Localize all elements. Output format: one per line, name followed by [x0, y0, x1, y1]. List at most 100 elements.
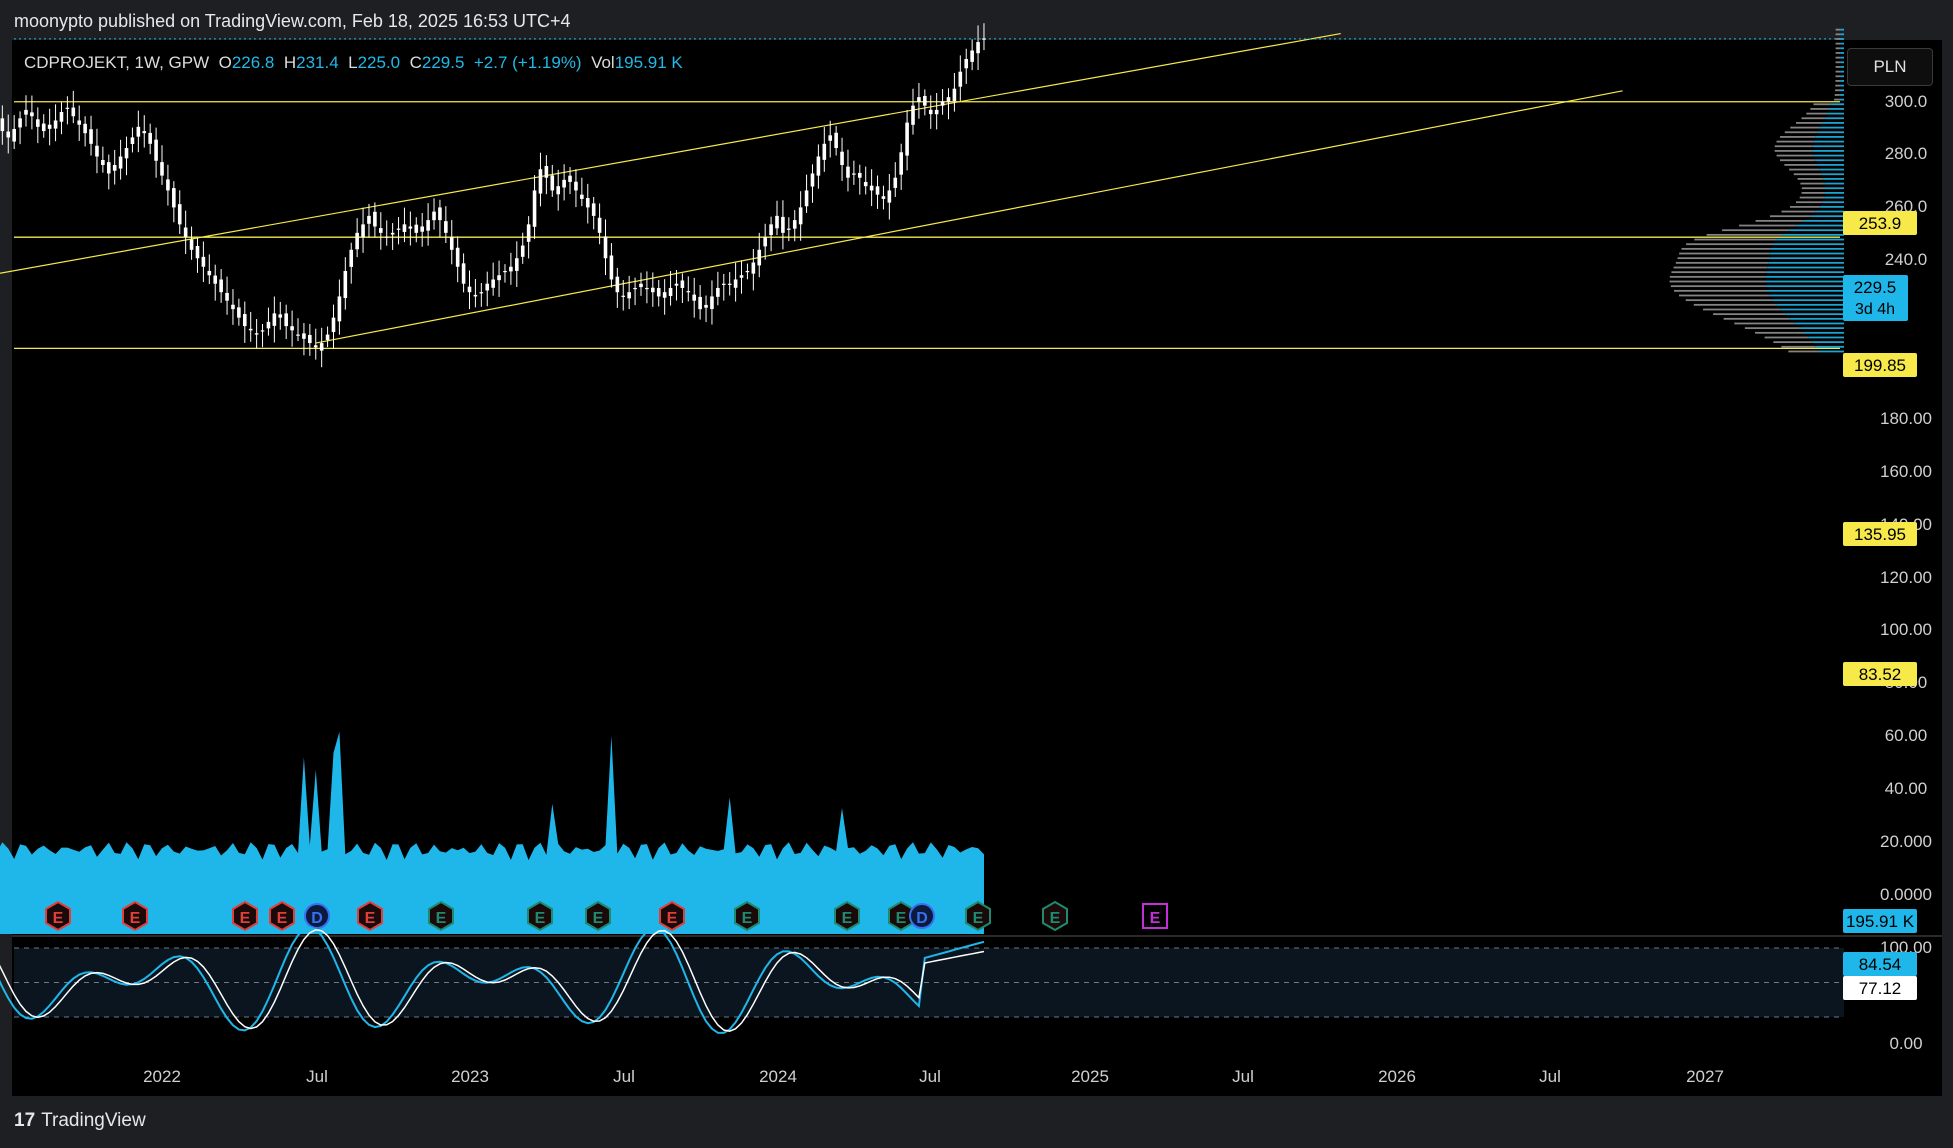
candle-body: [130, 137, 135, 145]
legend-change: +2.7 (+1.19%): [473, 53, 582, 72]
volume-profile-bar: [1766, 285, 1844, 288]
candle-body: [207, 270, 212, 276]
candle-body: [284, 313, 288, 327]
volume-profile-bar: [1840, 80, 1844, 82]
tradingview-brand: TradingView: [41, 1110, 146, 1131]
candle-body: [308, 334, 312, 344]
y-axis-tick-label: 240.0: [1885, 250, 1928, 269]
candle-body: [520, 245, 525, 257]
candle-body: [53, 120, 58, 129]
volume-profile-bar: [1813, 103, 1831, 106]
volume-profile-bar: [1834, 98, 1840, 101]
volume-profile-bar: [1817, 164, 1844, 166]
candle-body: [361, 224, 365, 238]
candle-body: [106, 162, 111, 174]
volume-profile-bar: [1822, 201, 1844, 204]
candle-body: [585, 198, 590, 208]
candle-body: [124, 148, 129, 159]
candle-body: [798, 207, 803, 225]
candle-body: [881, 196, 886, 199]
candle-body: [532, 190, 537, 227]
tradingview-logo[interactable]: 17 TradingView: [14, 1110, 146, 1132]
x-axis-tick-label: Jul: [613, 1067, 635, 1086]
candle-body: [928, 109, 933, 115]
stochastic-k-badge: 84.54: [1859, 955, 1902, 974]
volume-profile-bar: [1840, 84, 1844, 87]
volume-profile-bar: [1840, 42, 1844, 45]
volume-profile-bar: [1794, 322, 1844, 325]
volume-profile-bar: [1803, 331, 1844, 334]
volume-profile-bar: [1840, 28, 1844, 31]
y-axis-tick-label: 100.00: [1880, 620, 1932, 639]
volume-profile-bar: [1686, 243, 1773, 246]
candle-body: [857, 172, 862, 178]
candle-body: [656, 288, 661, 297]
volume-profile-bar: [1703, 308, 1781, 311]
candle-body: [47, 124, 52, 129]
candle-body: [846, 166, 850, 178]
volume-profile-bar: [1801, 187, 1825, 190]
event-marker-label: E: [1050, 910, 1061, 927]
volume-profile-bar: [1776, 303, 1844, 306]
candle-body: [781, 216, 785, 233]
y-axis-tick-label: 180.00: [1880, 409, 1932, 428]
candle-body: [822, 143, 827, 160]
y-axis-tick-label: 0.0000: [1880, 885, 1932, 904]
volume-area: [0, 731, 984, 934]
volume-profile-bar: [1723, 317, 1790, 320]
candle-body: [899, 152, 903, 175]
volume-profile-bar: [1785, 313, 1844, 316]
candle-body: [343, 271, 348, 299]
volume-profile-bar: [1681, 247, 1771, 250]
candle-body: [863, 181, 868, 187]
volume-profile-bar: [1781, 210, 1816, 213]
volume-profile-bar: [1819, 126, 1844, 129]
volume-profile-bar: [1769, 294, 1844, 297]
volume-profile-bar: [1679, 294, 1770, 297]
y-axis-tick-label: 300.0: [1885, 92, 1928, 111]
candle-body: [538, 169, 543, 194]
candle-body: [83, 123, 87, 134]
candle-body: [30, 112, 34, 117]
volume-profile-bar: [1765, 275, 1844, 278]
volume-profile-bar: [1782, 233, 1844, 236]
volume-profile-bar: [1769, 257, 1844, 260]
candle-body: [923, 95, 927, 106]
y-axis-tick-label: 120.00: [1880, 568, 1932, 587]
candle-body: [260, 330, 265, 332]
candle-body: [444, 221, 448, 233]
volume-profile-bar: [1779, 159, 1816, 162]
candle-body: [621, 295, 626, 297]
candle-body: [183, 227, 188, 238]
volume-profile-bar: [1767, 266, 1844, 269]
volume-profile-bar: [1812, 341, 1844, 344]
candle-body: [349, 249, 354, 267]
candle-body: [940, 101, 945, 106]
candle-body: [6, 131, 11, 138]
chart-canvas[interactable]: E E E E D E E E E E E E E D E E E300.0280.0260.0240.0180…: [0, 0, 1953, 1148]
volume-profile-bar: [1812, 145, 1844, 148]
candle-body: [278, 314, 283, 318]
volume-profile-bar: [1789, 317, 1844, 320]
legend-low-label: L: [348, 53, 358, 72]
candle-body: [526, 224, 531, 242]
volume-profile-bar: [1781, 345, 1816, 348]
channel-lower-line: [315, 90, 1623, 344]
candle-body: [503, 271, 507, 273]
volume-profile-bar: [1755, 331, 1804, 334]
volume-profile-bar: [1669, 280, 1766, 283]
volume-profile-bar: [1793, 173, 1822, 176]
candles: [0, 23, 986, 368]
candle-body: [875, 186, 880, 195]
candle-body: [970, 50, 974, 62]
currency-button[interactable]: PLN: [1847, 48, 1933, 86]
volume-profile-bar: [1840, 56, 1844, 59]
candle-body: [77, 120, 82, 125]
event-marker-label: E: [667, 910, 678, 927]
y-axis-tick-label: 60.00: [1885, 726, 1928, 745]
candle-body: [698, 296, 702, 310]
volume-profile-bar: [1822, 122, 1844, 124]
candle-body: [101, 160, 105, 165]
stochastic-d-badge: 77.12: [1859, 979, 1902, 998]
candle-body: [674, 283, 679, 286]
